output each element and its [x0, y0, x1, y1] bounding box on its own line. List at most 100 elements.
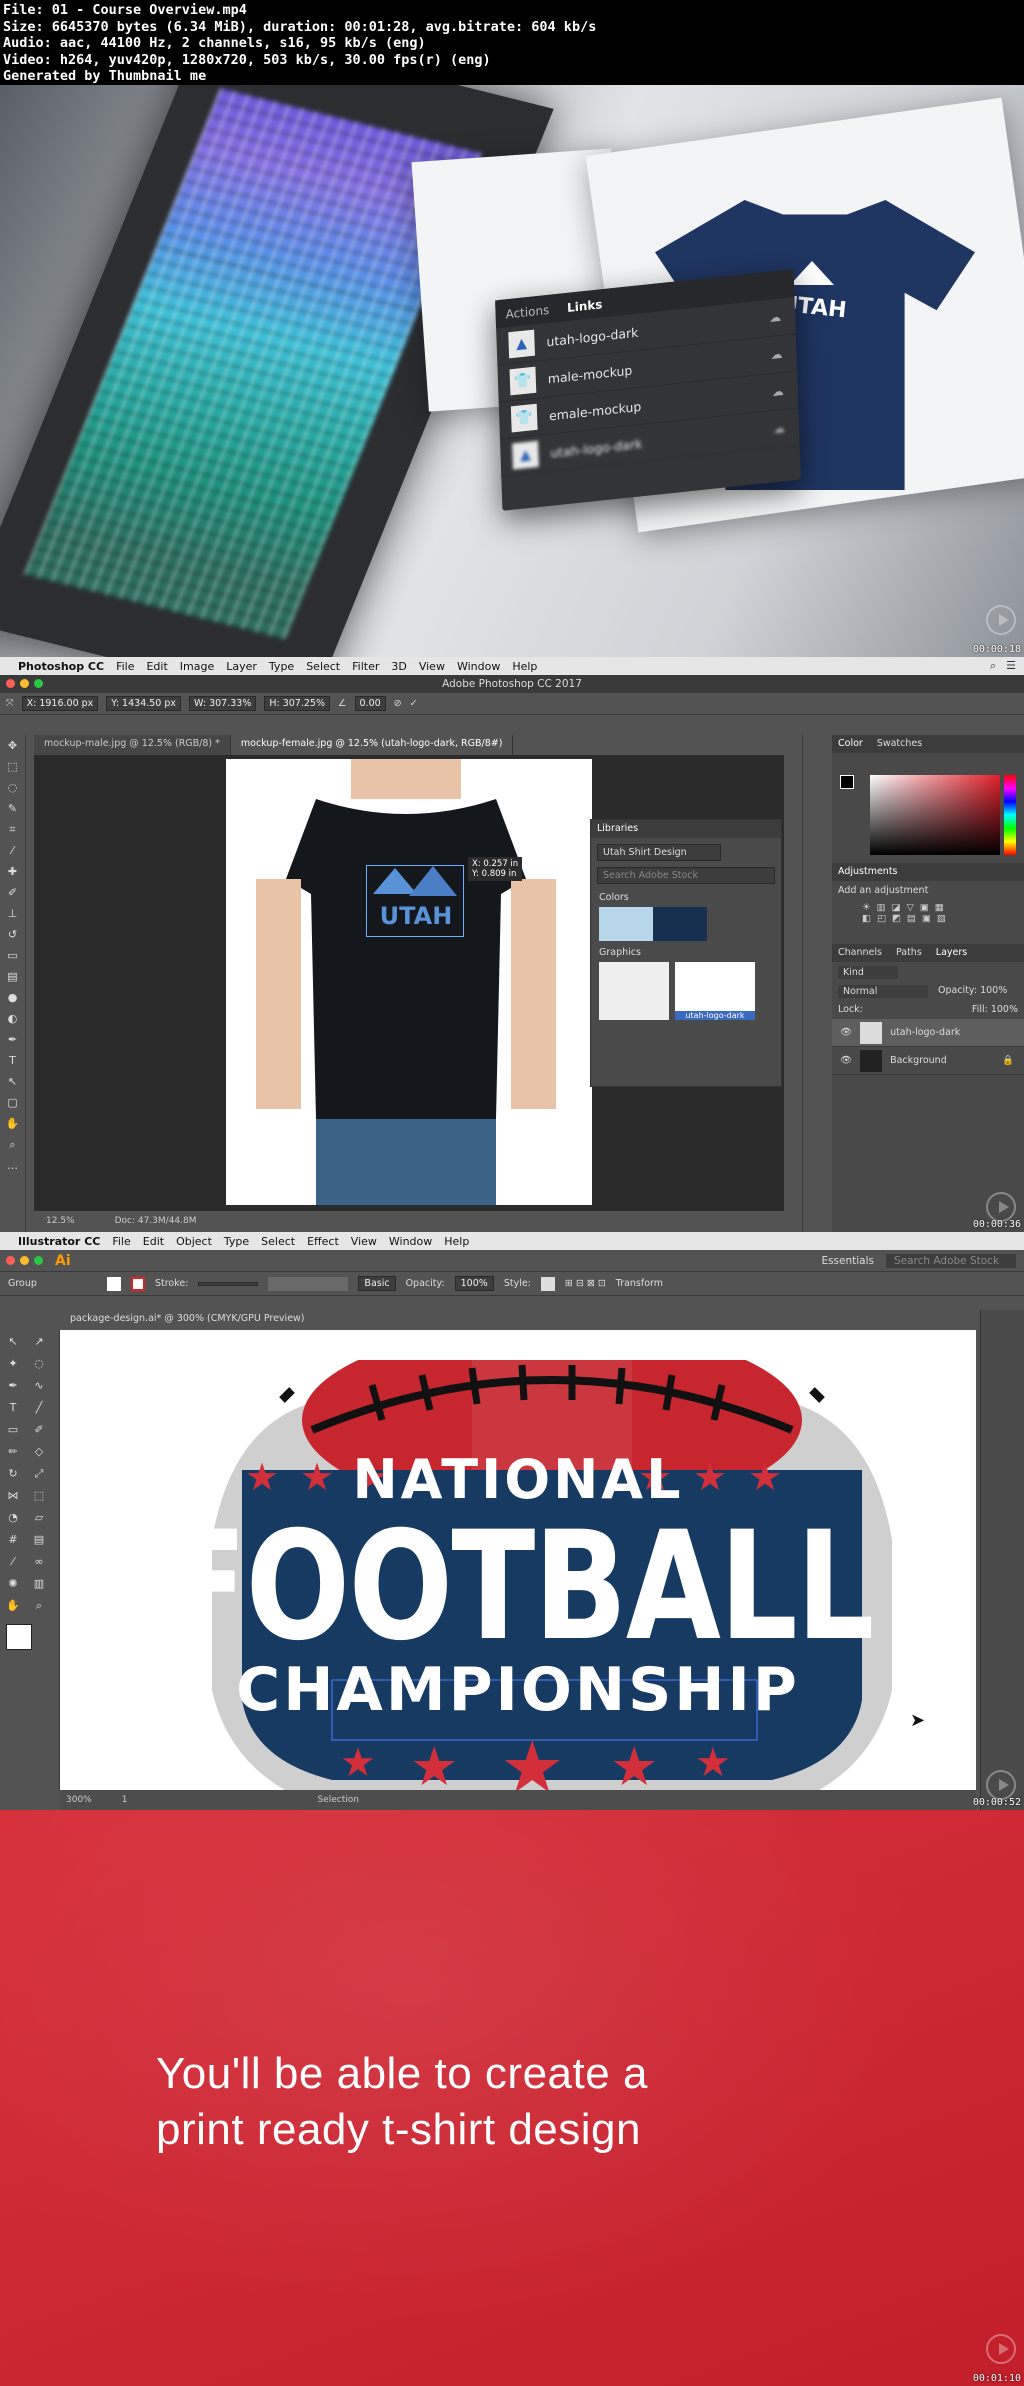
shape-tool-icon[interactable]: ▢ [0, 1092, 25, 1113]
transform-link[interactable]: Transform [616, 1278, 663, 1289]
cancel-transform-icon[interactable]: ⊘ [394, 698, 402, 709]
blend-tool-icon[interactable]: ∞ [26, 1551, 52, 1572]
width-tool-icon[interactable]: ⋈ [0, 1485, 26, 1506]
eye-icon[interactable]: 👁 [840, 1027, 852, 1038]
healing-icon[interactable]: ✚ [0, 861, 25, 882]
selection-tool-icon[interactable]: ↖ [0, 1331, 26, 1352]
graph-tool-icon[interactable]: ▥ [26, 1573, 52, 1594]
library-select[interactable]: Utah Shirt Design [597, 844, 721, 861]
gradient-icon[interactable]: ▤ [0, 966, 25, 987]
dodge-tool-icon[interactable]: ◐ [0, 1008, 25, 1029]
menu-select[interactable]: Select [261, 1235, 295, 1248]
adjustment-icons[interactable]: ☀▥◪▽▣▦ ◧◰◩▤▣▧ [832, 900, 1024, 944]
menu-window[interactable]: Window [389, 1235, 432, 1248]
magic-wand-icon[interactable]: ✦ [0, 1353, 26, 1374]
color-spectrum[interactable] [870, 775, 1000, 855]
commit-transform-icon[interactable]: ✓ [410, 698, 418, 709]
tab-channels[interactable]: Channels [838, 947, 882, 959]
tab-mockup-male[interactable]: mockup-male.jpg @ 12.5% (RGB/8) * [34, 735, 231, 755]
stamp-tool-icon[interactable]: ⊥ [0, 903, 25, 924]
brush-tool-icon[interactable]: ✐ [0, 882, 25, 903]
graphic-thumb-utah-logo[interactable]: utah-logo-dark [675, 962, 755, 1020]
menu-select[interactable]: Select [306, 660, 340, 673]
menu-view[interactable]: View [419, 660, 445, 673]
eyedropper-icon[interactable]: ⁄ [0, 840, 25, 861]
fill-swatch[interactable] [106, 1276, 121, 1291]
free-transform-icon[interactable]: ⬚ [26, 1485, 52, 1506]
eraser-icon[interactable]: ◇ [26, 1441, 52, 1462]
minimize-button[interactable] [20, 679, 29, 688]
menu-view[interactable]: View [351, 1235, 377, 1248]
pencil-tool-icon[interactable]: ✏ [0, 1441, 26, 1462]
tab-mockup-female[interactable]: mockup-female.jpg @ 12.5% (utah-logo-dar… [230, 735, 514, 755]
menu-file[interactable]: File [116, 660, 134, 673]
layer-row[interactable]: 👁 utah-logo-dark [832, 1019, 1024, 1047]
foreground-color[interactable] [840, 775, 854, 789]
move-tool-icon[interactable]: ⤧ [6, 698, 14, 709]
marquee-tool-icon[interactable]: ⬚ [0, 756, 25, 777]
fill-color[interactable] [6, 1624, 32, 1650]
layer-kind-filter[interactable]: Kind [838, 966, 898, 979]
zoom-button[interactable] [34, 679, 43, 688]
eyedropper-icon[interactable]: ⁄ [0, 1551, 26, 1572]
zoom-tool-icon[interactable]: ⌕ [26, 1595, 52, 1616]
menu-help[interactable]: Help [444, 1235, 469, 1248]
x-field[interactable]: X: 1916.00 px [21, 696, 99, 711]
eye-icon[interactable]: 👁 [840, 1055, 852, 1066]
hand-tool-icon[interactable]: ✋ [0, 1595, 26, 1616]
rotate-tool-icon[interactable]: ↻ [0, 1463, 26, 1484]
eraser-icon[interactable]: ▭ [0, 945, 25, 966]
transform-bounding-box[interactable]: UTAH [366, 865, 464, 937]
tab-layers[interactable]: Layers [936, 947, 967, 959]
zoom-level[interactable]: 12.5% [46, 1216, 75, 1228]
menu-effect[interactable]: Effect [307, 1235, 339, 1248]
menu-file[interactable]: File [112, 1235, 130, 1248]
align-icons[interactable]: ⊞ ⊟ ⊠ ⊡ [565, 1278, 606, 1289]
pen-tool-icon[interactable]: ✒ [0, 1029, 25, 1050]
gradient-icon[interactable]: ▤ [26, 1529, 52, 1550]
blur-tool-icon[interactable]: ● [0, 987, 25, 1008]
direct-select-icon[interactable]: ↗ [26, 1331, 52, 1352]
angle-field[interactable]: 0.00 [354, 696, 386, 711]
stock-search-input[interactable]: Search Adobe Stock [597, 867, 775, 884]
zoom-button[interactable] [34, 1256, 43, 1265]
menu-type[interactable]: Type [269, 660, 294, 673]
path-select-icon[interactable]: ↖ [0, 1071, 25, 1092]
move-tool-icon[interactable]: ✥ [0, 735, 25, 756]
menu-app[interactable]: Photoshop CC [18, 660, 104, 673]
tab-swatches[interactable]: Swatches [877, 738, 922, 750]
height-field[interactable]: H: 307.25% [264, 696, 330, 711]
rectangle-tool-icon[interactable]: ▭ [0, 1419, 26, 1440]
graphic-thumb-male-mockup[interactable] [599, 962, 669, 1020]
more-tools-icon[interactable]: … [0, 1155, 25, 1176]
tab-color[interactable]: Color [838, 738, 863, 750]
mesh-tool-icon[interactable]: # [0, 1529, 26, 1550]
minimize-button[interactable] [20, 1256, 29, 1265]
menu-image[interactable]: Image [180, 660, 214, 673]
shape-builder-icon[interactable]: ◔ [0, 1507, 26, 1528]
artboard-number[interactable]: 1 [122, 1795, 128, 1805]
artboard[interactable]: ★ ★ ★ ★ ★ ★ ★ ★ ★ ★ ★ NATIONAL FOOTBALL … [60, 1330, 976, 1790]
menu-edit[interactable]: Edit [143, 1235, 164, 1248]
menu-type[interactable]: Type [224, 1235, 249, 1248]
brush-definition[interactable]: Basic [358, 1276, 396, 1291]
crop-tool-icon[interactable]: ⌗ [0, 819, 25, 840]
document-tab[interactable]: package-design.ai* @ 300% (CMYK/GPU Prev… [60, 1310, 315, 1330]
hand-tool-icon[interactable]: ✋ [0, 1113, 25, 1134]
workspace-switcher[interactable]: Essentials [821, 1255, 874, 1267]
stroke-weight-field[interactable] [198, 1281, 259, 1286]
tab-paths[interactable]: Paths [896, 947, 922, 959]
history-brush-icon[interactable]: ↺ [0, 924, 25, 945]
tab-links[interactable]: Links [567, 297, 603, 315]
stock-search-input[interactable]: Search Adobe Stock [886, 1253, 1016, 1268]
quick-select-icon[interactable]: ✎ [0, 798, 25, 819]
type-tool-icon[interactable]: T [0, 1397, 26, 1418]
menu-edit[interactable]: Edit [146, 660, 167, 673]
y-field[interactable]: Y: 1434.50 px [106, 696, 182, 711]
search-icon[interactable]: ⌕ [990, 659, 996, 673]
zoom-level[interactable]: 300% [66, 1795, 92, 1805]
perspective-icon[interactable]: ▱ [26, 1507, 52, 1528]
menu-window[interactable]: Window [457, 660, 500, 673]
hue-slider[interactable] [1004, 775, 1016, 855]
opacity-field[interactable]: 100% [454, 1276, 494, 1291]
